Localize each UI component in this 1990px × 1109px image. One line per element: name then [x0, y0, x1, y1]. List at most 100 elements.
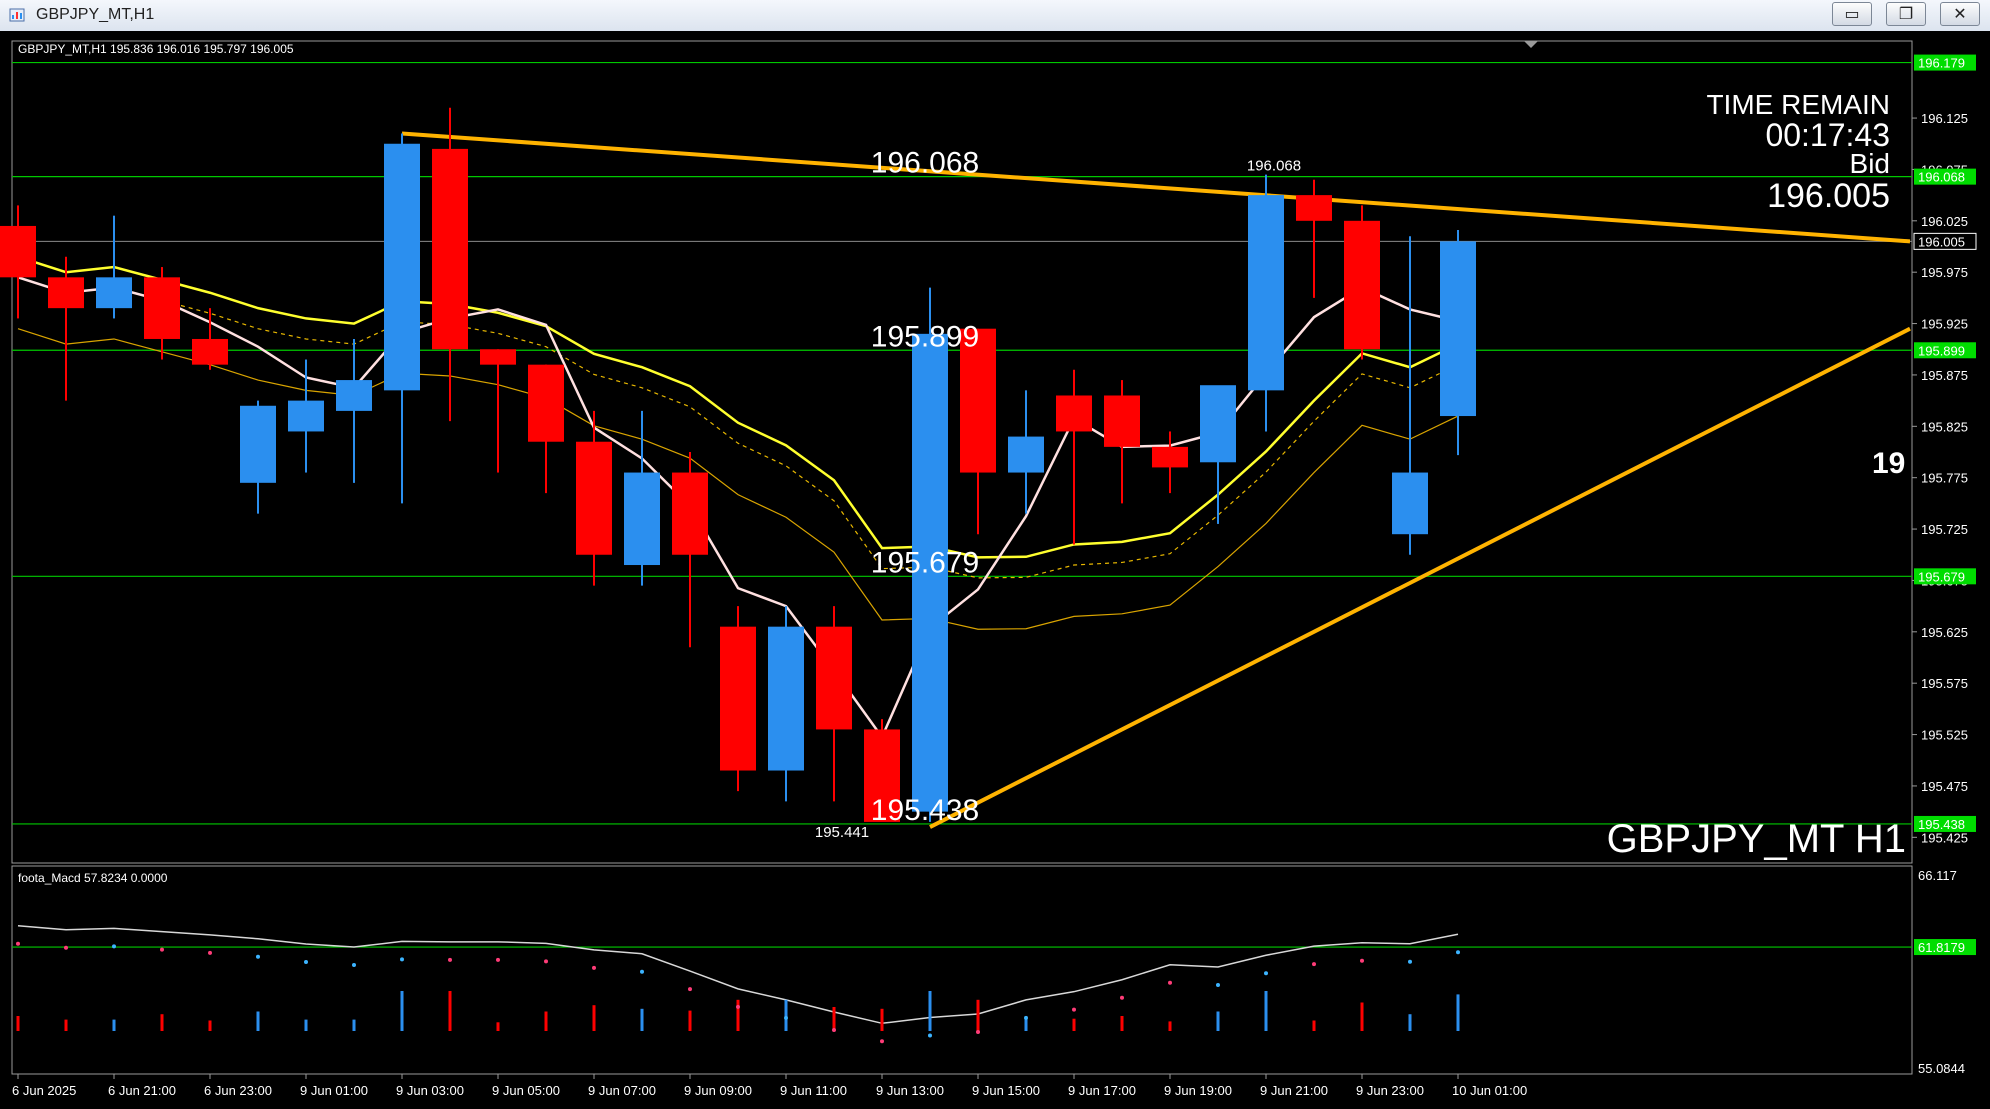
signal-dot — [832, 1028, 836, 1033]
y-tick-label: 195.575 — [1921, 676, 1968, 691]
signal-dot — [448, 957, 452, 962]
y-tick-label: 195.725 — [1921, 522, 1968, 537]
y-tick-label: 195.875 — [1921, 368, 1968, 383]
signal-dot — [1216, 982, 1220, 987]
signal-dot — [640, 969, 644, 974]
signal-dot — [1024, 1015, 1028, 1020]
bearish-candle — [672, 472, 708, 555]
level-price-label: 195.679 — [871, 546, 979, 579]
indicator-name: foota_Macd 57.8234 0.0000 — [18, 871, 168, 885]
bearish-candle — [0, 225, 36, 278]
x-tick-label: 9 Jun 13:00 — [876, 1083, 944, 1098]
bearish-candle — [528, 364, 564, 442]
x-tick-label: 9 Jun 03:00 — [396, 1083, 464, 1098]
bullish-candle — [768, 626, 804, 771]
x-tick-label: 6 Jun 23:00 — [204, 1083, 272, 1098]
x-tick-label: 10 Jun 01:00 — [1452, 1083, 1527, 1098]
level-price-tag-label: 196.068 — [1918, 170, 1965, 185]
signal-dot — [1312, 962, 1316, 967]
bid-label: Bid — [1850, 148, 1890, 179]
signal-dot — [784, 1015, 788, 1020]
signal-dot — [1360, 958, 1364, 963]
x-tick-label: 6 Jun 21:00 — [108, 1083, 176, 1098]
signal-dot — [1264, 971, 1268, 976]
bullish-candle — [288, 400, 324, 432]
signal-dot — [256, 954, 260, 959]
current-price-tag-label: 196.005 — [1918, 234, 1965, 249]
bearish-candle — [1104, 395, 1140, 447]
y-tick-label: 195.425 — [1921, 830, 1968, 845]
bullish-candle — [96, 277, 132, 309]
maximize-button[interactable]: ❐ — [1886, 2, 1926, 26]
level-price-label: 196.068 — [871, 147, 979, 180]
x-tick-label: 9 Jun 11:00 — [780, 1083, 847, 1098]
y-tick-label: 195.775 — [1921, 471, 1968, 486]
bearish-candle — [576, 441, 612, 555]
bullish-candle — [624, 472, 660, 566]
level-price-tag-label: 195.899 — [1918, 343, 1965, 358]
signal-dot — [112, 944, 116, 949]
bearish-candle — [1152, 446, 1188, 468]
chart-area[interactable]: 196.068 195.899 195.679 195.438 196.068 195.4… — [0, 31, 1990, 1104]
bullish-candle — [384, 143, 420, 391]
signal-dot — [592, 965, 596, 970]
signal-dot — [16, 941, 20, 946]
signal-dot — [400, 957, 404, 962]
bearish-candle — [432, 148, 468, 350]
y-tick-label: 195.525 — [1921, 728, 1968, 743]
bearish-candle — [1056, 395, 1092, 432]
y-tick-label: 195.925 — [1921, 317, 1968, 332]
chart-header-info: GBPJPY_MT,H1 195.836 196.016 195.797 196… — [18, 42, 294, 56]
bearish-candle — [816, 626, 852, 730]
close-button[interactable]: ✕ — [1940, 2, 1980, 26]
signal-dot — [1120, 995, 1124, 1000]
signal-dot — [736, 1004, 740, 1009]
level-price-tag-label: 195.438 — [1918, 817, 1965, 832]
signal-dot — [1456, 950, 1460, 955]
price-chart[interactable]: 196.068 195.899 195.679 195.438 196.068 195.4… — [0, 31, 1990, 1104]
window-title: GBPJPY_MT,H1 — [36, 6, 155, 23]
minimize-button[interactable]: ▭ — [1832, 2, 1872, 26]
bearish-candle — [1296, 195, 1332, 221]
x-tick-label: 9 Jun 19:00 — [1164, 1083, 1232, 1098]
x-tick-label: 9 Jun 17:00 — [1068, 1083, 1136, 1098]
level-price-label: 195.438 — [871, 794, 979, 827]
level-price-label: 195.899 — [871, 320, 979, 353]
y-tick-label: 195.625 — [1921, 625, 1968, 640]
bid-value: 196.005 — [1767, 177, 1890, 215]
x-tick-label: 9 Jun 09:00 — [684, 1083, 752, 1098]
level-price-tag-label: 196.179 — [1918, 56, 1965, 71]
signal-dot — [304, 960, 308, 964]
x-tick-label: 9 Jun 01:00 — [300, 1083, 368, 1098]
x-tick-label: 6 Jun 2025 — [12, 1083, 76, 1098]
indicator-top-label: 66.117 — [1918, 868, 1957, 883]
bullish-candle — [1200, 385, 1236, 463]
y-tick-label: 195.475 — [1921, 779, 1968, 794]
symbol-watermark: GBPJPY_MT H1 — [1607, 817, 1906, 861]
partial-price-text: 19 — [1872, 447, 1905, 480]
signal-dot — [64, 945, 68, 950]
bullish-candle — [1008, 436, 1044, 473]
bullish-candle — [1248, 195, 1284, 391]
x-tick-label: 9 Jun 07:00 — [588, 1083, 656, 1098]
signal-dot — [688, 987, 692, 992]
window-titlebar: GBPJPY_MT,H1 ▭ ❐ ✕ — [0, 0, 1990, 32]
low-marker-label: 195.441 — [815, 824, 869, 841]
level-price-tag-label: 195.679 — [1918, 569, 1965, 584]
bearish-candle — [480, 349, 516, 365]
signal-dot — [352, 963, 356, 968]
bearish-candle — [48, 277, 84, 309]
y-tick-label: 195.975 — [1921, 265, 1968, 280]
signal-dot — [160, 947, 164, 952]
bearish-candle — [720, 626, 756, 771]
time-remain-label: TIME REMAIN — [1706, 89, 1890, 120]
chart-window-icon — [9, 8, 25, 22]
bearish-candle — [1344, 220, 1380, 350]
indicator-bottom-label: 55.0844 — [1918, 1061, 1965, 1076]
signal-dot — [928, 1033, 932, 1038]
signal-dot — [976, 1029, 980, 1034]
signal-dot — [880, 1039, 884, 1044]
bullish-candle — [1392, 472, 1428, 535]
bullish-candle — [1440, 241, 1476, 417]
x-tick-label: 9 Jun 21:00 — [1260, 1083, 1328, 1098]
